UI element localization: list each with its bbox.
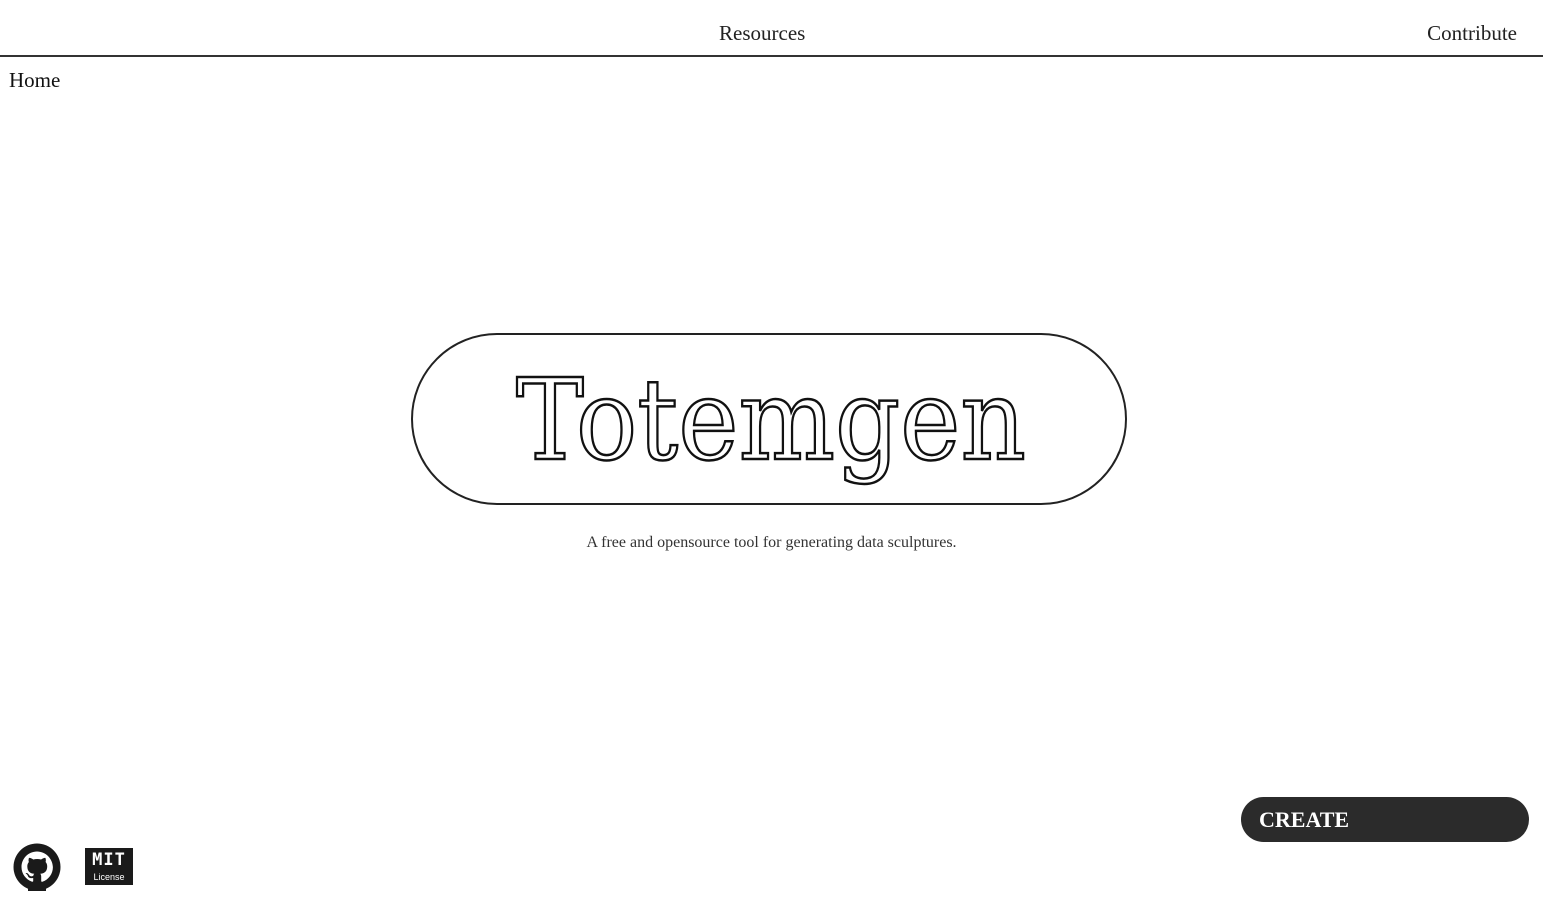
hero-logo-frame: Totemgen bbox=[411, 333, 1127, 505]
logo-text: Totemgen bbox=[516, 356, 1026, 486]
mit-badge-label: License bbox=[93, 872, 125, 882]
home-link[interactable]: Home bbox=[9, 68, 60, 93]
mit-license-badge[interactable]: MIT License bbox=[85, 848, 133, 885]
github-icon[interactable] bbox=[13, 843, 61, 891]
mit-badge-letters: MIT bbox=[92, 850, 126, 870]
page: Resources Contribute Home Totemgen A fre… bbox=[0, 0, 1543, 905]
nav-resources-link[interactable]: Resources bbox=[719, 21, 805, 46]
create-button[interactable]: CREATE bbox=[1241, 797, 1529, 842]
nav-contribute-link[interactable]: Contribute bbox=[1427, 21, 1517, 46]
tagline: A free and opensource tool for generatin… bbox=[586, 534, 957, 551]
top-navigation: Resources Contribute bbox=[0, 0, 1543, 57]
logo-wordmark: Totemgen bbox=[515, 355, 1028, 488]
